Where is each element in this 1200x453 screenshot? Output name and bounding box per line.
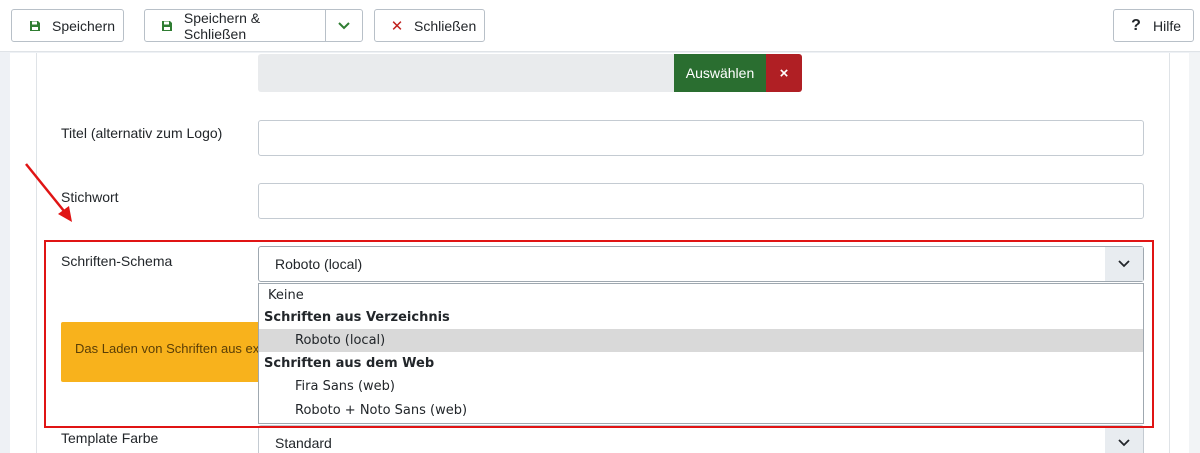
title-label: Titel (alternativ zum Logo): [61, 125, 223, 141]
media-preview-field: [258, 54, 674, 92]
chevron-down-icon: [1105, 247, 1143, 281]
font-scheme-select[interactable]: Roboto (local): [258, 246, 1144, 282]
save-options-dropdown-toggle[interactable]: [325, 9, 363, 42]
save-button[interactable]: Speichern: [11, 9, 124, 42]
annotation-arrow-icon: [25, 163, 72, 222]
font-scheme-value: Roboto (local): [275, 256, 363, 272]
font-scheme-dropdown-list: Keine Schriften aus Verzeichnis Roboto (…: [258, 283, 1144, 424]
close-icon: ✕: [390, 17, 404, 35]
chevron-down-icon: [338, 17, 350, 35]
floppy-disk-icon: [28, 20, 42, 32]
help-button[interactable]: ? Hilfe: [1113, 9, 1194, 42]
template-color-value: Standard: [275, 435, 332, 451]
font-warning-alert: Das Laden von Schriften aus externen Que…: [61, 322, 261, 382]
font-scheme-label: Schriften-Schema: [61, 253, 173, 269]
choose-media-button[interactable]: Auswählen: [674, 54, 766, 92]
floppy-disk-icon: [160, 20, 174, 32]
dropdown-group-header: Schriften aus dem Web: [264, 356, 435, 371]
close-button-label: Schließen: [414, 17, 477, 34]
template-color-select[interactable]: Standard: [258, 425, 1144, 453]
chevron-down-icon: [1105, 426, 1143, 453]
scrollbar[interactable]: [1189, 53, 1200, 453]
help-button-label: Hilfe: [1153, 17, 1182, 34]
clear-media-button[interactable]: ×: [766, 54, 802, 92]
keyword-input[interactable]: [258, 183, 1144, 219]
close-button[interactable]: ✕ Schließen: [374, 9, 485, 42]
dropdown-option[interactable]: Roboto + Noto Sans (web): [259, 399, 1143, 422]
toolbar: Speichern Speichern & Schließen ✕ Schlie…: [0, 0, 1200, 52]
dropdown-group-header: Schriften aus Verzeichnis: [264, 310, 450, 325]
dropdown-option[interactable]: Keine: [259, 284, 1143, 307]
dropdown-option[interactable]: Fira Sans (web): [259, 375, 1143, 398]
title-input[interactable]: [258, 120, 1144, 156]
dropdown-option-selected[interactable]: Roboto (local): [259, 329, 1143, 352]
question-mark-icon: ?: [1131, 16, 1141, 34]
save-close-button-label: Speichern & Schließen: [183, 9, 261, 42]
save-button-label: Speichern: [52, 17, 116, 34]
template-color-label: Template Farbe: [61, 430, 159, 446]
save-close-button[interactable]: Speichern & Schließen: [144, 9, 326, 42]
